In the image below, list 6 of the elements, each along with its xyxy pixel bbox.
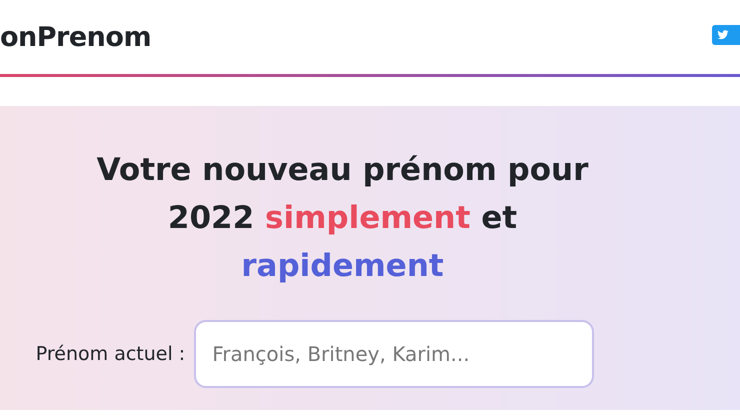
name-input-field[interactable]: François, Britney, Karim...	[194, 320, 594, 388]
bird-icon	[716, 29, 730, 41]
twitter-button[interactable]	[712, 25, 740, 45]
field-label: Prénom actuel :	[36, 343, 186, 365]
site-logo-text[interactable]: onPrenom	[0, 22, 152, 52]
hero-title: Votre nouveau prénom pour 2022 simplement et rapidement	[96, 151, 590, 286]
